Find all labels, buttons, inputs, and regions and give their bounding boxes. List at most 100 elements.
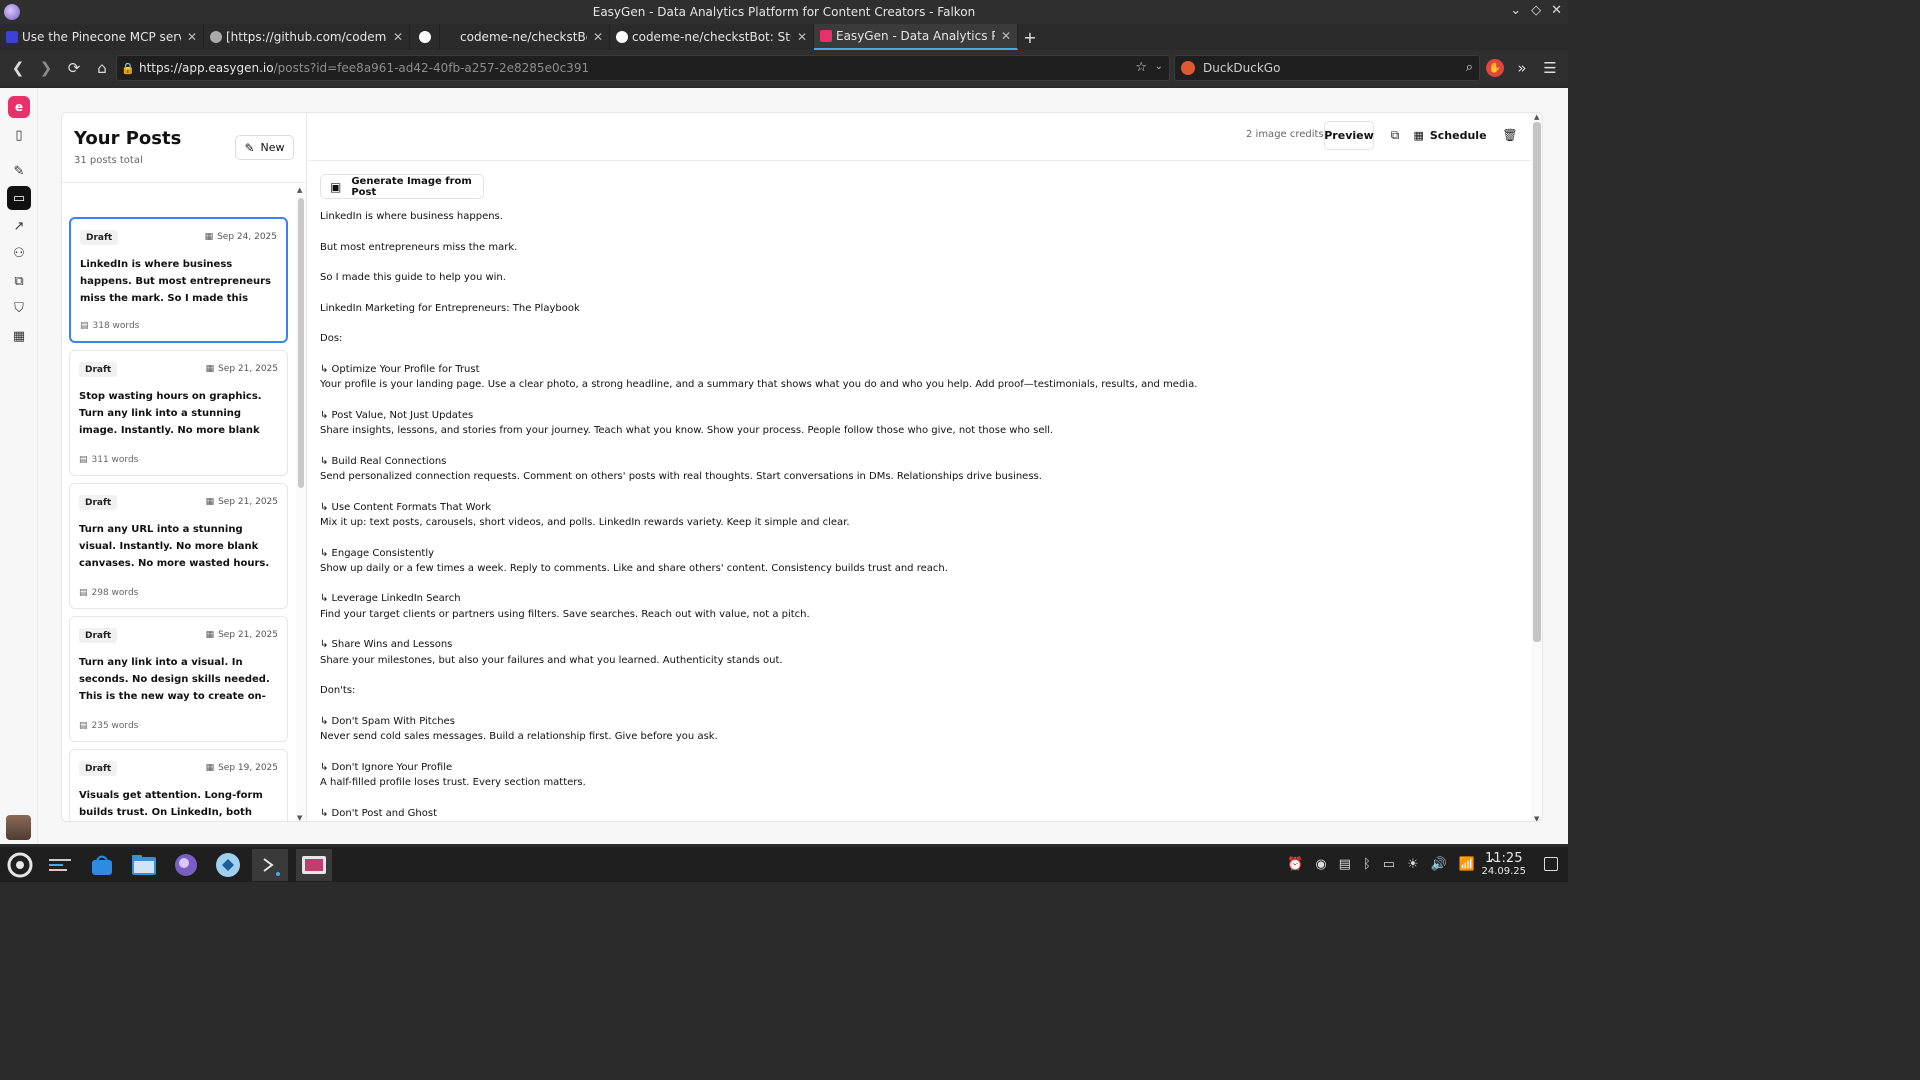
post-body-line: [320, 576, 1510, 591]
trending-icon[interactable]: ↗: [7, 214, 31, 238]
forward-icon[interactable]: ❯: [32, 54, 60, 82]
post-body-line: So I made this guide to help you win.: [320, 272, 506, 284]
generate-image-button[interactable]: ▣ Generate Image from Post: [320, 174, 484, 199]
trash-icon[interactable]: 🗑: [1500, 125, 1520, 145]
posts-chat-icon[interactable]: ▭: [7, 186, 31, 210]
post-card[interactable]: Draft ▦ Sep 21, 2025 Turn any link into a…: [69, 616, 288, 742]
editor-scrollbar[interactable]: ▲ ▼: [1531, 113, 1542, 821]
calendar-icon: ▦: [1413, 129, 1424, 142]
falkon-browser-icon[interactable]: [168, 849, 204, 881]
volume-icon[interactable]: 🔊: [1431, 857, 1447, 872]
github-favicon-icon: [418, 31, 431, 43]
users-icon[interactable]: ⚇: [7, 241, 31, 265]
discover-store-icon[interactable]: [84, 849, 120, 881]
scroll-thumb[interactable]: [1533, 122, 1541, 642]
search-bar[interactable]: DuckDuckGo ⌕: [1174, 55, 1480, 81]
post-body-line: [320, 285, 1510, 300]
bluetooth-icon[interactable]: ᛒ: [1363, 857, 1371, 872]
status-badge: Draft: [79, 628, 118, 643]
copy-icon[interactable]: ⧉: [1385, 125, 1405, 145]
adblock-icon[interactable]: ✋: [1486, 59, 1504, 77]
post-card[interactable]: Draft ▦ Sep 21, 2025 Stop wasting hours o…: [69, 350, 288, 476]
close-tab-icon[interactable]: ✕: [393, 30, 403, 44]
back-icon[interactable]: ❮: [4, 54, 32, 82]
show-desktop-icon[interactable]: [1544, 857, 1558, 871]
tab-checkstbot[interactable]: codeme-ne/checkstBot ✕: [440, 24, 610, 50]
brightness-icon[interactable]: ☀: [1407, 857, 1419, 872]
generate-image-label: Generate Image from Post: [351, 175, 472, 198]
avatar[interactable]: [6, 815, 31, 840]
close-tab-icon[interactable]: ✕: [593, 30, 603, 44]
app-launcher-icon[interactable]: [2, 849, 38, 881]
bookmark-star-icon[interactable]: ☆: [1135, 60, 1147, 75]
post-card[interactable]: Draft ▦ Sep 21, 2025 Turn any URL into a …: [69, 483, 288, 609]
post-body-line: ↳ Leverage LinkedIn Search: [320, 593, 461, 605]
post-body[interactable]: LinkedIn is where business happens. But m…: [320, 209, 1510, 821]
scroll-down-icon[interactable]: ▼: [297, 814, 302, 821]
tab-pinecone[interactable]: Use the Pinecone MCP server -... ✕: [0, 24, 204, 50]
close-tab-icon[interactable]: ✕: [187, 30, 197, 44]
document-icon: ▤: [79, 721, 88, 731]
post-body-line: [320, 347, 1510, 362]
code-editor-icon[interactable]: [210, 849, 246, 881]
search-engine-label: DuckDuckGo: [1203, 61, 1281, 75]
github-favicon-icon: [616, 31, 628, 43]
close-tab-icon[interactable]: ✕: [797, 30, 807, 44]
wifi-icon[interactable]: 📶: [1459, 857, 1475, 872]
tab-github-pinned[interactable]: [410, 24, 440, 50]
easygen-favicon-icon: [820, 30, 832, 42]
post-body-line: Never send cold sales messages. Build a …: [320, 731, 718, 743]
task-manager-icon[interactable]: [42, 849, 78, 881]
post-list-scrollbar[interactable]: ▲ ▼: [296, 186, 306, 821]
screen-recorder-icon[interactable]: [296, 849, 332, 881]
easygen-logo[interactable]: e: [8, 96, 30, 118]
duckduckgo-icon: [1181, 61, 1195, 75]
post-body-line: ↳ Build Real Connections: [320, 455, 447, 467]
scroll-up-icon[interactable]: ▲: [297, 186, 302, 194]
home-icon[interactable]: ⌂: [88, 54, 116, 82]
restore-icon[interactable]: ◇: [1531, 3, 1541, 18]
clock[interactable]: 11:25 24.09.25: [1481, 852, 1526, 878]
search-icon[interactable]: ⌕: [1466, 60, 1473, 75]
new-post-button[interactable]: ✎ New: [235, 135, 294, 160]
battery-icon[interactable]: ▭: [1383, 857, 1395, 872]
post-body-line: Find your target clients or partners usi…: [320, 608, 810, 620]
vpn-icon[interactable]: ◉: [1315, 857, 1326, 872]
file-manager-icon[interactable]: [126, 849, 162, 881]
sidebar-toggle-icon[interactable]: ▯: [7, 123, 31, 147]
post-body-line: [320, 393, 1510, 408]
schedule-button[interactable]: ▦ Schedule: [1413, 121, 1487, 150]
scroll-down-icon[interactable]: ▼: [1534, 815, 1539, 821]
pencil-icon[interactable]: ✎: [7, 159, 31, 183]
alarm-icon[interactable]: ⏰: [1287, 857, 1303, 872]
preview-button[interactable]: Preview: [1324, 121, 1374, 150]
close-window-icon[interactable]: ✕: [1551, 3, 1562, 18]
post-body-line: [320, 255, 1510, 270]
status-badge: Draft: [79, 362, 118, 377]
scroll-thumb[interactable]: [298, 198, 304, 488]
tab-github-url[interactable]: [https://github.com/codeme-n... ✕: [204, 24, 410, 50]
post-date: Sep 21, 2025: [218, 630, 278, 640]
new-tab-button[interactable]: +: [1018, 24, 1042, 50]
post-body-line: [320, 224, 1510, 239]
document-icon: ▤: [79, 588, 88, 598]
minimize-icon[interactable]: ⌄: [1510, 3, 1521, 18]
tab-easygen[interactable]: EasyGen - Data Analytics Platf... ✕: [814, 24, 1018, 50]
extensions-chevron-icon[interactable]: »: [1512, 54, 1532, 82]
menu-icon[interactable]: ☰: [1540, 54, 1560, 82]
scroll-up-icon[interactable]: ▲: [1534, 113, 1539, 121]
address-bar[interactable]: 🔒 https://app.easygen.io/posts?id=fee8a9…: [116, 55, 1170, 81]
terminal-icon[interactable]: [252, 849, 288, 881]
post-card[interactable]: Draft ▦ Sep 24, 2025 LinkedIn is where bu…: [69, 217, 288, 343]
reload-icon[interactable]: ⟳: [60, 54, 88, 82]
status-badge: Draft: [79, 495, 118, 510]
messages-icon[interactable]: ⧉: [7, 269, 31, 293]
bookmark-icon[interactable]: ⛉: [7, 296, 31, 320]
post-body-line: [320, 438, 1510, 453]
url-dropdown-icon[interactable]: ⌄: [1155, 61, 1163, 72]
tab-checkstbot-study[interactable]: codeme-ne/checkstBot: Study ... ✕: [610, 24, 814, 50]
post-card[interactable]: Draft ▦ Sep 19, 2025 Visuals get attentio…: [69, 749, 288, 821]
close-tab-icon[interactable]: ✕: [1001, 29, 1011, 43]
calendar-icon[interactable]: ▦: [7, 324, 31, 348]
clipboard-icon[interactable]: ▤: [1339, 857, 1351, 872]
